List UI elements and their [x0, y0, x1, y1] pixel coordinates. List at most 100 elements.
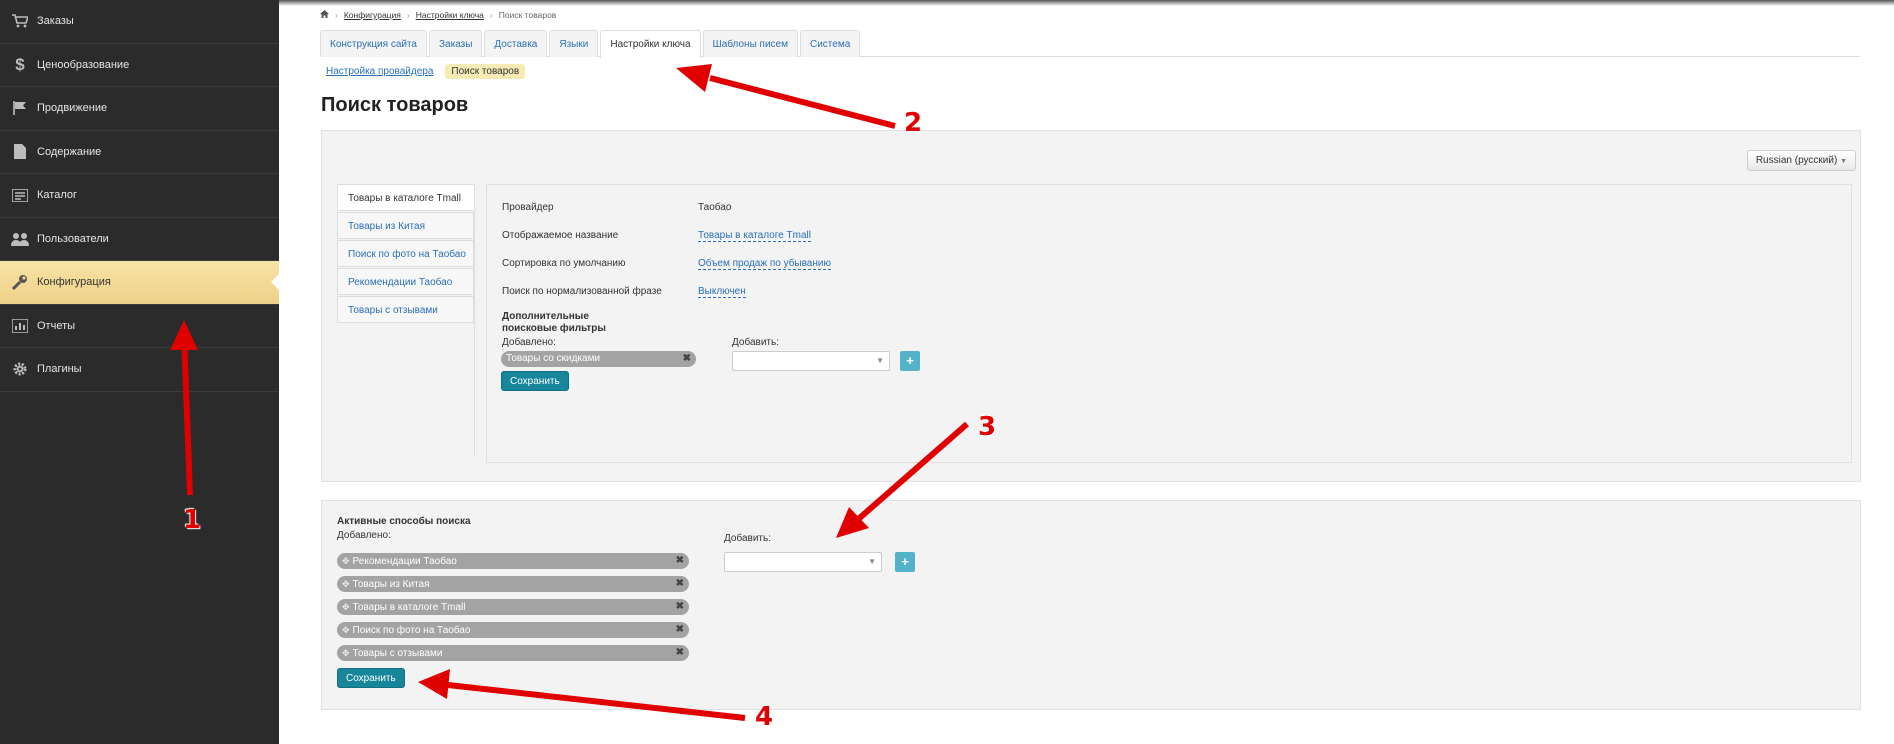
vtab-reviews[interactable]: Товары с отзывами — [337, 296, 474, 323]
sidebar-item-promotion[interactable]: Продвижение — [0, 87, 279, 131]
annotation-label-3: 3 — [978, 412, 997, 442]
sidebar-item-pricing[interactable]: $ Ценообразование — [0, 44, 279, 87]
tab-site-construction[interactable]: Конструкция сайта — [320, 30, 427, 57]
drag-handle-icon[interactable]: ✥ — [342, 625, 350, 635]
remove-icon[interactable]: ✖ — [676, 599, 684, 615]
breadcrumb-link-key-settings[interactable]: Настройки ключа — [416, 10, 484, 20]
tab-orders[interactable]: Заказы — [429, 30, 483, 57]
filters-add-label: Добавить: — [732, 337, 779, 348]
filter-add-select[interactable]: ▼ — [732, 351, 890, 371]
sidebar: Заказы $ Ценообразование Продвижение Сод… — [0, 0, 279, 744]
method-tag-label: Товары в каталоге Tmall — [352, 602, 466, 613]
dollar-icon: $ — [15, 54, 25, 74]
method-add-button[interactable]: + — [895, 552, 915, 572]
sidebar-item-label: Конфигурация — [37, 276, 111, 289]
search-method-tabs: Товары в каталоге Tmall Товары из Китая … — [337, 184, 474, 324]
caret-down-icon: ▼ — [876, 356, 884, 365]
chart-icon — [11, 317, 29, 335]
sidebar-item-users[interactable]: Пользователи — [0, 218, 279, 261]
tab-system[interactable]: Система — [799, 30, 861, 57]
tab-languages[interactable]: Языки — [549, 30, 599, 57]
sidebar-item-label: Содержание — [37, 145, 102, 158]
settings-form: Провайдер Таобао Отображаемое название Т… — [486, 184, 1852, 463]
caret-down-icon: ▼ — [1840, 158, 1847, 165]
sidebar-item-reports[interactable]: Отчеты — [0, 305, 279, 348]
annotation-label-1: 1 — [183, 505, 202, 535]
active-methods-add-label: Добавить: — [724, 533, 771, 544]
normalized-editable[interactable]: Выключен — [698, 286, 746, 298]
method-tag[interactable]: ✥ Товары из Китая ✖ — [337, 576, 689, 592]
method-tag[interactable]: ✥ Поиск по фото на Таобао ✖ — [337, 622, 689, 638]
remove-icon[interactable]: ✖ — [676, 553, 684, 569]
caret-down-icon: ▼ — [868, 557, 876, 566]
arrow-2 — [709, 75, 896, 129]
method-tag[interactable]: ✥ Рекомендации Таобао ✖ — [337, 553, 689, 569]
breadcrumb-link-configuration[interactable]: Конфигурация — [344, 10, 401, 20]
sidebar-item-catalog[interactable]: Каталог — [0, 174, 279, 218]
sidebar-item-label: Пользователи — [37, 232, 109, 245]
language-dropdown[interactable]: Russian (русский) ▼ — [1746, 150, 1856, 171]
sort-editable[interactable]: Объем продаж по убыванию — [698, 258, 831, 270]
search-settings-panel: Russian (русский) ▼ Товары в каталоге Tm… — [321, 130, 1861, 482]
users-icon — [11, 230, 29, 248]
display-name-label: Отображаемое название — [502, 230, 619, 241]
active-methods-added-label: Добавлено: — [337, 530, 391, 541]
active-methods-panel: Активные способы поиска Добавлено: Добав… — [321, 500, 1861, 710]
method-tag[interactable]: ✥ Товары в каталоге Tmall ✖ — [337, 599, 689, 615]
method-tag-label: Товары из Китая — [352, 579, 430, 590]
sidebar-item-plugins[interactable]: Плагины — [0, 348, 279, 392]
tab-delivery[interactable]: Доставка — [484, 30, 548, 57]
sidebar-item-content[interactable]: Содержание — [0, 131, 279, 174]
vtab-tmall[interactable]: Товары в каталоге Tmall — [337, 184, 474, 211]
display-name-editable[interactable]: Товары в каталоге Tmall — [698, 230, 811, 242]
sidebar-item-configuration[interactable]: Конфигурация — [0, 261, 279, 305]
drag-handle-icon[interactable]: ✥ — [342, 648, 350, 658]
sidebar-item-label: Отчеты — [37, 319, 76, 332]
wrench-icon — [11, 273, 29, 291]
remove-icon[interactable]: ✖ — [676, 576, 684, 592]
tab-key-settings[interactable]: Настройки ключа — [600, 30, 701, 58]
normalized-label: Поиск по нормализованной фразе — [502, 286, 662, 297]
drag-handle-icon[interactable]: ✥ — [342, 579, 350, 589]
save-button[interactable]: Сохранить — [501, 371, 569, 391]
method-tag[interactable]: ✥ Товары с отзывами ✖ — [337, 645, 689, 661]
provider-label: Провайдер — [502, 202, 554, 213]
remove-icon[interactable]: ✖ — [683, 351, 691, 367]
sidebar-item-label: Ценообразование — [37, 58, 130, 71]
arrow-2-head — [676, 64, 712, 92]
drag-handle-icon[interactable]: ✥ — [342, 556, 350, 566]
sidebar-item-label: Продвижение — [37, 102, 108, 115]
vtab-china[interactable]: Товары из Китая — [337, 212, 474, 239]
subnav: Настройка провайдера Поиск товаров — [326, 64, 526, 79]
home-icon[interactable] — [320, 10, 329, 20]
filter-tag: Товары со скидками ✖ — [501, 351, 696, 367]
tab-email-templates[interactable]: Шаблоны писем — [702, 30, 798, 57]
sidebar-item-label: Плагины — [37, 363, 82, 376]
catalog-icon — [11, 186, 29, 204]
filter-add-button[interactable]: + — [900, 351, 920, 371]
subnav-current-pill[interactable]: Поиск товаров — [445, 64, 526, 79]
method-add-select[interactable]: ▼ — [724, 552, 882, 572]
remove-icon[interactable]: ✖ — [676, 645, 684, 661]
save-active-methods-button[interactable]: Сохранить — [337, 668, 405, 688]
language-label: Russian (русский) — [1755, 155, 1838, 166]
provider-value: Таобао — [698, 202, 732, 213]
subnav-provider-settings-link[interactable]: Настройка провайдера — [326, 66, 433, 77]
method-tag-label: Рекомендации Таобао — [352, 556, 457, 567]
breadcrumb-current: Поиск товаров — [498, 10, 557, 20]
filter-tag-label: Товары со скидками — [506, 353, 601, 364]
sidebar-item-label: Заказы — [37, 15, 74, 28]
active-methods-title: Активные способы поиска — [337, 516, 471, 527]
top-shadow — [279, 0, 1894, 6]
sidebar-item-orders[interactable]: Заказы — [0, 0, 279, 44]
sidebar-item-label: Каталог — [37, 189, 77, 202]
file-icon — [11, 143, 29, 161]
filters-added-label: Добавлено: — [502, 337, 556, 348]
remove-icon[interactable]: ✖ — [676, 622, 684, 638]
vtab-recommendations[interactable]: Рекомендации Таобао — [337, 268, 474, 295]
vtab-photo-search[interactable]: Поиск по фото на Таобао — [337, 240, 474, 267]
annotation-label-4: 4 — [755, 702, 774, 732]
drag-handle-icon[interactable]: ✥ — [342, 602, 350, 612]
sort-label: Сортировка по умолчанию — [502, 258, 626, 269]
method-tag-label: Товары с отзывами — [352, 648, 443, 659]
